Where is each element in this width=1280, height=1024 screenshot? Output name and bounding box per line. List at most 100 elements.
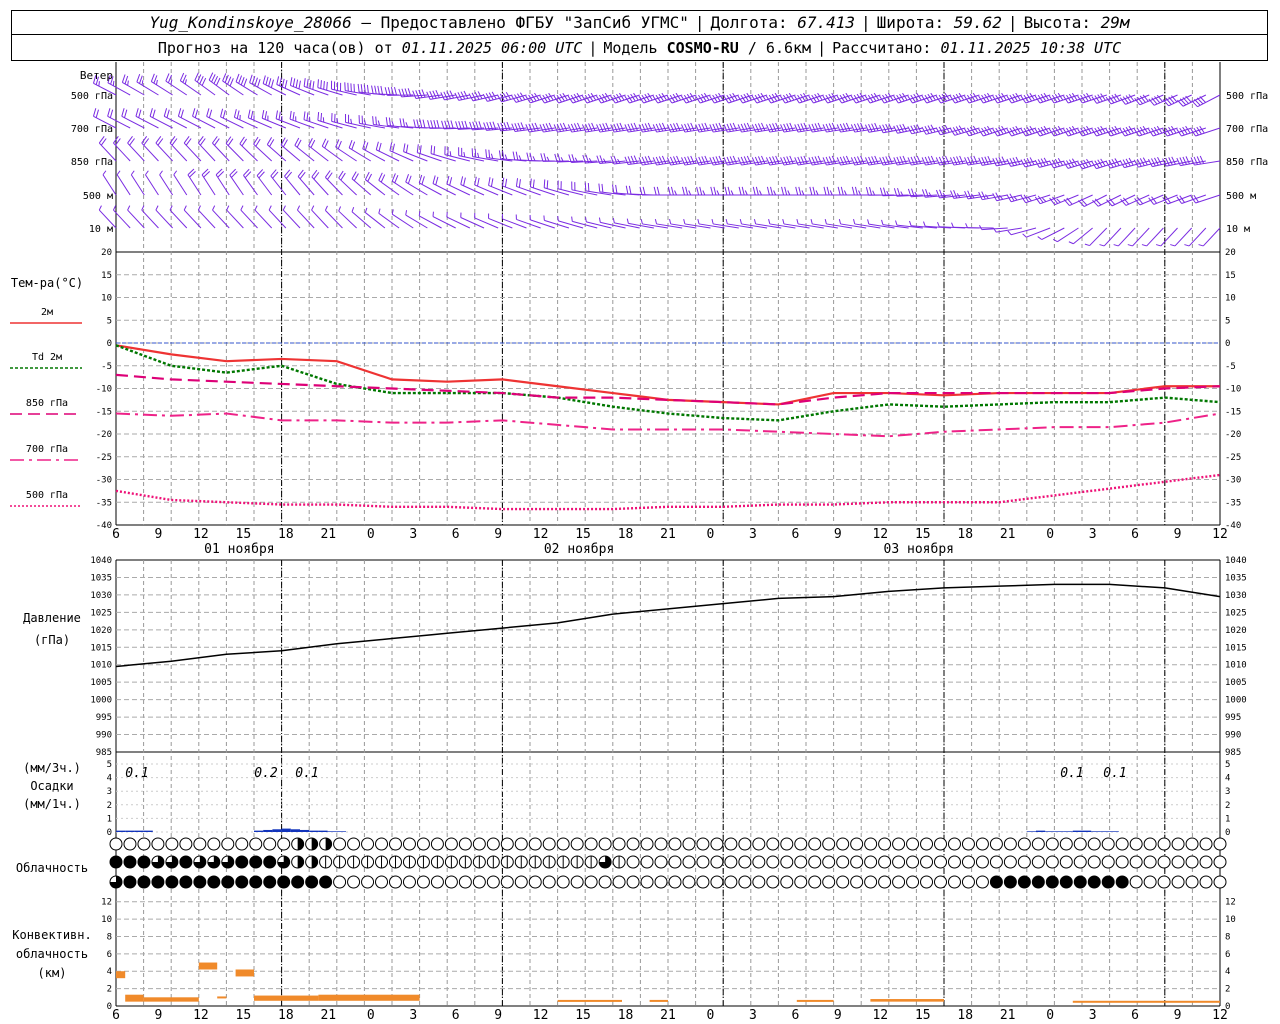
- cloud-symbol: [808, 837, 822, 851]
- wind-barb: [229, 168, 244, 196]
- cloud-circle: [975, 837, 989, 851]
- temp-tick-right: -15: [1225, 407, 1241, 417]
- pres-tick-right: 1010: [1225, 661, 1247, 671]
- wind-barb-flag: [773, 190, 777, 196]
- precip-annotation: 0.1: [1060, 766, 1083, 781]
- time-tick-label: 6: [112, 527, 120, 542]
- cloud-symbol: [207, 875, 221, 889]
- cloud-circle: [850, 855, 864, 869]
- wind-barb-flag: [289, 110, 292, 120]
- wind-barb-flag: [441, 120, 445, 129]
- wind-barb-flag: [236, 110, 240, 119]
- wind-barb-flag: [927, 156, 933, 165]
- wind-barb-flag: [812, 186, 816, 196]
- conv-label-3: (км): [38, 966, 67, 980]
- cloud-symbol: [570, 837, 584, 851]
- wind-barb-staff: [135, 115, 159, 129]
- wind-barb-flag: [429, 91, 434, 100]
- wind-barb-flag: [557, 215, 559, 221]
- wind-barb-flag: [570, 123, 576, 132]
- precip-bar: [1026, 831, 1036, 832]
- cloud-symbol: [1003, 875, 1017, 889]
- wind-barb-flag: [321, 138, 327, 147]
- wind-barb: [1052, 227, 1079, 243]
- wind-barb-flag: [615, 184, 618, 194]
- temp-tick-left: 0: [107, 339, 112, 349]
- wind-barb-flag: [504, 178, 508, 188]
- wind-barb-flag: [633, 155, 638, 164]
- wind-barb: [1084, 227, 1108, 247]
- wind-barb-flag: [902, 123, 908, 132]
- wind-barb-flag: [798, 186, 802, 196]
- wind-barb-flag: [226, 205, 230, 211]
- cloud-circle: [892, 855, 906, 869]
- wind-barb-staff: [197, 209, 216, 229]
- temp-tick-right: -35: [1225, 498, 1241, 508]
- cloud-symbol: [1059, 875, 1073, 889]
- cloud-symbol: [528, 875, 542, 889]
- cloud-symbol: [640, 855, 654, 869]
- pres-tick-left: 990: [96, 731, 112, 741]
- wind-barb-flag: [309, 80, 312, 89]
- time-tick-label: 9: [834, 527, 842, 542]
- temp-tick-right: 10: [1225, 294, 1236, 304]
- cloud-symbol: [123, 875, 137, 889]
- wind-barb-flag: [817, 122, 822, 131]
- pres-tick-left: 1025: [90, 608, 112, 618]
- wind-barb-flag: [1179, 157, 1184, 166]
- wind-barb-flag: [744, 190, 748, 196]
- cloud-symbol: [682, 855, 696, 869]
- cloud-symbol: [430, 837, 444, 851]
- wind-barb-staff: [289, 118, 315, 129]
- cloud-symbol: [1017, 875, 1031, 889]
- wind-barb-staff: [197, 142, 216, 162]
- cloud-symbol: [822, 837, 836, 851]
- cloud-symbol: [654, 855, 668, 869]
- cloud-circle: [193, 837, 207, 851]
- wind-barb-staff: [698, 223, 725, 229]
- wind-barb-flag: [669, 219, 672, 225]
- wind-barb-flag: [233, 109, 237, 118]
- cloud-circle: [486, 837, 500, 851]
- cloud-symbol: [961, 837, 975, 851]
- wind-barb-flag: [1084, 243, 1090, 247]
- precip-layer: [116, 828, 1119, 832]
- cloud-symbol: [920, 875, 934, 889]
- wind-barb-flag: [753, 219, 757, 225]
- cloud-symbol: [333, 875, 347, 889]
- conv-bar: [1072, 1000, 1220, 1003]
- wind-barb-staff: [769, 223, 796, 229]
- wind-barb-flag: [463, 177, 466, 186]
- precip-annotation: 0.1: [125, 766, 148, 781]
- wind-barb-flag: [655, 123, 661, 132]
- cloud-fill-full: [235, 876, 248, 888]
- wind-barb-flag: [557, 153, 561, 162]
- wind-barb: [173, 170, 188, 196]
- wind-barb-flag: [222, 109, 226, 119]
- wind-barb-flag: [324, 205, 328, 211]
- wind-barb-flag: [585, 216, 587, 222]
- cloud-fill-full: [263, 856, 276, 868]
- wind-barb-flag: [725, 219, 728, 225]
- cloud-symbol: [724, 855, 738, 869]
- cloud-circle: [906, 837, 920, 851]
- wind-barb-staff: [127, 209, 145, 229]
- wind-barb-staff: [127, 142, 145, 162]
- wind-barb-flag: [619, 122, 624, 131]
- wind-barb-flag: [449, 177, 453, 186]
- wind-barb-flag: [882, 124, 887, 133]
- wind-barb-flag: [724, 186, 728, 196]
- cloud-fill-half: [325, 838, 332, 850]
- wind-barb: [1184, 227, 1207, 247]
- cloud-symbol: [836, 855, 850, 869]
- wind-barb-flag: [421, 89, 426, 98]
- wind-barb-flag: [121, 108, 125, 117]
- wind-barb-flag: [853, 219, 856, 225]
- wind-barb-staff: [178, 115, 202, 129]
- wind-barb-flag: [180, 109, 184, 118]
- prec-tick-right: 2: [1225, 801, 1230, 811]
- cloud-symbol: [291, 875, 305, 889]
- wind-barb-flag: [95, 109, 99, 118]
- time-tick-label-bottom: 9: [494, 1008, 502, 1023]
- pres-tick-right: 1015: [1225, 643, 1247, 653]
